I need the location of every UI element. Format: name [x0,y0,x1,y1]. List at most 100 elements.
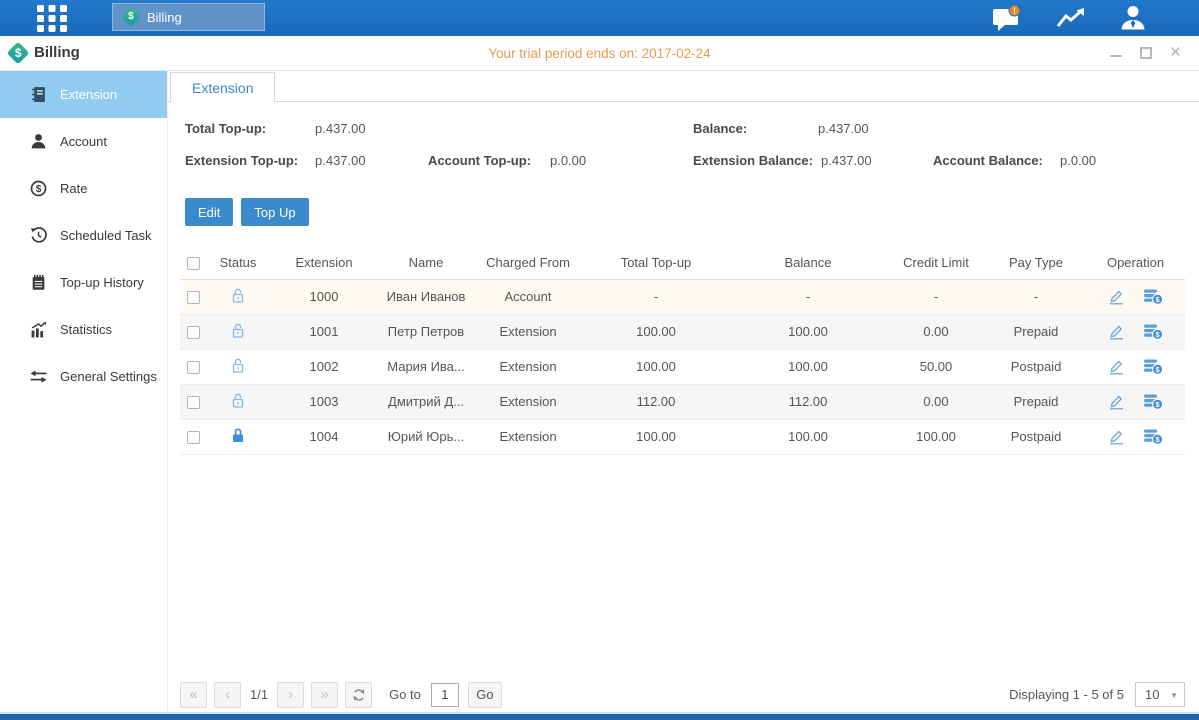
page-size-select[interactable]: 10 ▼ [1135,682,1185,707]
topup-row-icon[interactable]: $ [1143,323,1163,340]
sidebar-item-topup-history[interactable]: Top-up History [0,259,167,306]
top-up-button[interactable]: Top Up [241,198,308,226]
row-checkbox[interactable] [187,291,200,304]
edit-row-icon[interactable] [1108,428,1125,445]
extension-balance-label: Extension Balance: [693,153,813,168]
unlocked-icon[interactable] [230,357,246,374]
page-indicator: 1/1 [250,687,268,702]
unlocked-icon[interactable] [230,322,246,339]
sidebar: Extension Account $ Rate [0,71,168,711]
tab-extension[interactable]: Extension [170,72,275,103]
account-balance-value: p.0.00 [1060,153,1096,168]
cell-pay-type: - [986,279,1086,314]
account-topup-value: p.0.00 [550,153,586,168]
desktop-topbar: $ Billing ! [0,0,1199,36]
locked-icon[interactable] [230,427,246,444]
cell-extension: 1003 [270,384,378,419]
edit-row-icon[interactable] [1108,358,1125,375]
chevron-down-icon: ▼ [1170,691,1178,700]
goto-page-input[interactable] [431,683,459,707]
cell-credit-limit: - [886,279,986,314]
sidebar-item-scheduled-task[interactable]: Scheduled Task [0,212,167,259]
cell-charged-from: Extension [474,349,582,384]
close-button[interactable]: × [1168,45,1183,60]
cell-name: Юрий Юрь... [378,419,474,454]
col-charged-from: Charged From [474,247,582,279]
messages-icon[interactable]: ! [992,5,1023,32]
displaying-count: Displaying 1 - 5 of 5 [1009,687,1124,702]
extensions-table: Status Extension Name Charged From Total… [180,247,1185,455]
cell-pay-type: Prepaid [986,384,1086,419]
balance-label: Balance: [693,121,747,136]
cell-pay-type: Postpaid [986,349,1086,384]
unlocked-icon[interactable] [230,392,246,409]
next-page-button[interactable]: › [277,682,304,708]
main-content: Extension Total Top-up: p.437.00 Balance… [168,71,1199,711]
prev-page-button[interactable]: ‹ [214,682,241,708]
sidebar-item-account[interactable]: Account [0,118,167,165]
cell-extension: 1002 [270,349,378,384]
first-page-button[interactable]: « [180,682,207,708]
row-checkbox[interactable] [187,431,200,444]
total-topup-label: Total Top-up: [185,121,266,136]
row-checkbox[interactable] [187,396,200,409]
col-operation: Operation [1086,247,1185,279]
go-button[interactable]: Go [468,682,502,708]
sidebar-item-label: Rate [60,181,87,196]
cell-extension: 1004 [270,419,378,454]
topup-row-icon[interactable]: $ [1143,428,1163,445]
sidebar-item-extension[interactable]: Extension [0,71,167,118]
account-person-icon [30,133,47,150]
select-all-checkbox[interactable] [187,257,200,270]
refresh-button[interactable] [345,682,372,708]
edit-button[interactable]: Edit [185,198,233,226]
topup-row-icon[interactable]: $ [1143,288,1163,305]
minimize-button[interactable] [1108,45,1123,60]
col-name: Name [378,247,474,279]
balance-value: p.437.00 [818,121,869,136]
edit-row-icon[interactable] [1108,288,1125,305]
row-checkbox[interactable] [187,326,200,339]
sidebar-item-statistics[interactable]: Statistics [0,306,167,353]
maximize-button[interactable] [1138,45,1153,60]
row-checkbox[interactable] [187,361,200,374]
unlocked-icon[interactable] [230,287,246,304]
col-pay-type: Pay Type [986,247,1086,279]
cell-total-topup: 112.00 [582,384,730,419]
sidebar-item-rate[interactable]: $ Rate [0,165,167,212]
tab-strip: Extension [168,71,1199,102]
cell-balance: 112.00 [730,384,886,419]
cell-extension: 1000 [270,279,378,314]
svg-text:!: ! [1013,5,1016,15]
table-row: 1001 Петр Петров Extension 100.00 100.00… [180,314,1185,349]
cell-charged-from: Extension [474,314,582,349]
page-size-value: 10 [1145,687,1159,702]
goto-label: Go to [389,687,421,702]
sidebar-item-label: General Settings [60,369,157,384]
extension-topup-value: p.437.00 [315,153,366,168]
topup-row-icon[interactable]: $ [1143,393,1163,410]
cell-credit-limit: 0.00 [886,384,986,419]
reports-chart-icon[interactable] [1056,5,1086,31]
cell-name: Дмитрий Д... [378,384,474,419]
edit-row-icon[interactable] [1108,323,1125,340]
cell-name: Мария Ива... [378,349,474,384]
col-status: Status [206,247,270,279]
cell-total-topup: - [582,279,730,314]
sidebar-item-general-settings[interactable]: General Settings [0,353,167,400]
col-total-topup: Total Top-up [582,247,730,279]
table-row: 1002 Мария Ива... Extension 100.00 100.0… [180,349,1185,384]
desktop-bottom-edge [0,712,1199,720]
last-page-button[interactable]: » [311,682,338,708]
taskbar-tab-billing[interactable]: $ Billing [112,3,265,31]
cell-credit-limit: 50.00 [886,349,986,384]
user-account-icon[interactable] [1119,4,1147,32]
topup-row-icon[interactable]: $ [1143,358,1163,375]
scheduled-task-clock-icon [30,227,47,244]
table-row: 1004 Юрий Юрь... Extension 100.00 100.00… [180,419,1185,454]
billing-diamond-icon: $ [121,7,141,27]
svg-text:$: $ [36,184,42,195]
edit-row-icon[interactable] [1108,393,1125,410]
app-grid-icon[interactable] [34,2,70,37]
extension-book-icon [30,86,47,103]
